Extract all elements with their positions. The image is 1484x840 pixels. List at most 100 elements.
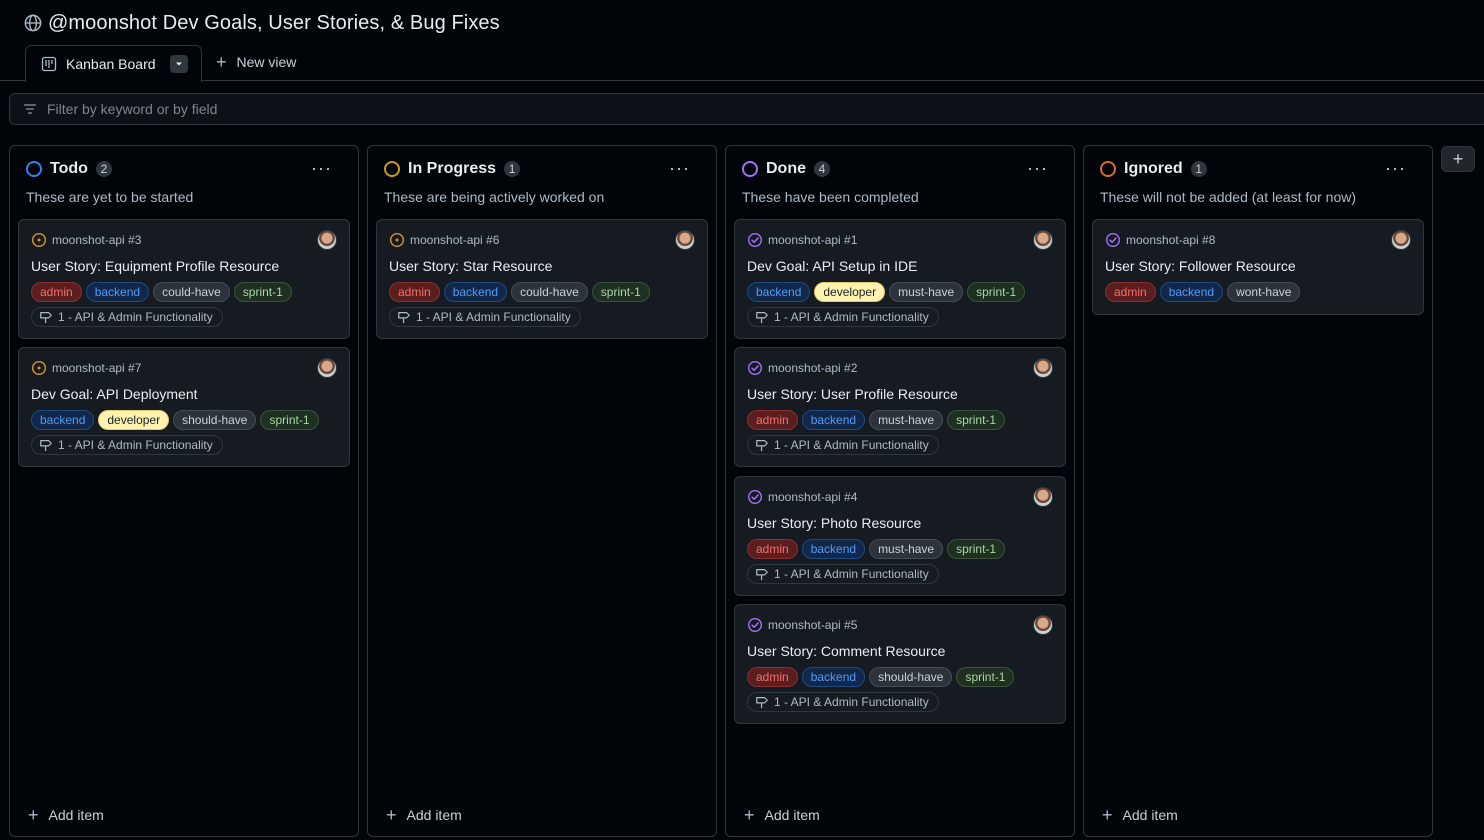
- column-count-badge: 1: [1190, 161, 1207, 177]
- issue-reference[interactable]: moonshot-api #3: [52, 233, 141, 247]
- assignee-avatar[interactable]: [1391, 230, 1411, 250]
- label-sprint-1[interactable]: sprint-1: [947, 539, 1006, 559]
- issue-card[interactable]: moonshot-api #2 User Story: User Profile …: [734, 347, 1066, 467]
- label-admin[interactable]: admin: [747, 667, 798, 687]
- milestone-label: 1 - API & Admin Functionality: [58, 438, 213, 452]
- issue-title[interactable]: User Story: Photo Resource: [747, 515, 921, 531]
- issue-reference[interactable]: moonshot-api #5: [768, 618, 857, 632]
- assignee-avatar[interactable]: [1033, 358, 1053, 378]
- assignee-avatar[interactable]: [675, 230, 695, 250]
- milestone-badge[interactable]: 1 - API & Admin Functionality: [747, 307, 939, 327]
- filter-input[interactable]: Filter by keyword or by field: [9, 93, 1484, 125]
- issue-title[interactable]: User Story: Equipment Profile Resource: [31, 258, 279, 274]
- issue-reference[interactable]: moonshot-api #8: [1126, 233, 1215, 247]
- label-must-have[interactable]: must-have: [869, 410, 944, 430]
- milestone-badge[interactable]: 1 - API & Admin Functionality: [31, 307, 223, 327]
- label-must-have[interactable]: must-have: [869, 539, 944, 559]
- tab-kanban-board[interactable]: Kanban Board: [25, 45, 202, 82]
- label-should-have[interactable]: should-have: [869, 667, 953, 687]
- issue-card[interactable]: moonshot-api #5 User Story: Comment Resou…: [734, 604, 1066, 724]
- issue-title[interactable]: Dev Goal: API Deployment: [31, 386, 198, 402]
- label-backend[interactable]: backend: [85, 282, 150, 302]
- label-developer[interactable]: developer: [98, 410, 170, 430]
- issue-reference[interactable]: moonshot-api #2: [768, 361, 857, 375]
- label-wont-have[interactable]: wont-have: [1227, 282, 1301, 302]
- label-backend[interactable]: backend: [801, 667, 866, 687]
- label-backend[interactable]: backend: [747, 282, 811, 302]
- column-menu-button[interactable]: ···: [1027, 158, 1048, 179]
- column-todo: Todo 2 ··· These are yet to be started moons…: [9, 145, 359, 837]
- milestone-icon: [756, 697, 768, 709]
- add-item-button[interactable]: + Add item: [1102, 806, 1178, 824]
- issue-reference[interactable]: moonshot-api #6: [410, 233, 499, 247]
- status-ring-icon: [1100, 161, 1116, 177]
- label-could-have[interactable]: could-have: [153, 282, 230, 302]
- issue-title[interactable]: User Story: Star Resource: [389, 258, 552, 274]
- label-sprint-1[interactable]: sprint-1: [956, 667, 1015, 687]
- issue-card[interactable]: moonshot-api #1 Dev Goal: API Setup in ID…: [734, 219, 1066, 339]
- issue-title[interactable]: User Story: Comment Resource: [747, 643, 945, 659]
- label-sprint-1[interactable]: sprint-1: [260, 410, 319, 430]
- milestone-badge[interactable]: 1 - API & Admin Functionality: [747, 435, 939, 455]
- column-count-badge: 2: [95, 161, 112, 177]
- label-sprint-1[interactable]: sprint-1: [947, 410, 1006, 430]
- label-admin[interactable]: admin: [31, 282, 82, 302]
- issue-card[interactable]: moonshot-api #8 User Story: Follower Reso…: [1092, 219, 1424, 315]
- milestone-badge[interactable]: 1 - API & Admin Functionality: [747, 692, 939, 712]
- label-sprint-1[interactable]: sprint-1: [967, 282, 1026, 302]
- assignee-avatar[interactable]: [317, 230, 337, 250]
- label-should-have[interactable]: should-have: [173, 410, 257, 430]
- assignee-avatar[interactable]: [1033, 230, 1053, 250]
- column-menu-button[interactable]: ···: [311, 158, 332, 179]
- label-must-have[interactable]: must-have: [889, 282, 964, 302]
- card-meta: moonshot-api #5: [747, 617, 857, 633]
- label-list: admin backend must-have sprint-1: [747, 410, 1006, 430]
- add-item-button[interactable]: + Add item: [28, 806, 104, 824]
- new-view-button[interactable]: + New view: [216, 53, 296, 71]
- card-meta: moonshot-api #7: [31, 360, 141, 376]
- label-backend[interactable]: backend: [801, 539, 866, 559]
- assignee-avatar[interactable]: [1033, 615, 1053, 635]
- label-admin[interactable]: admin: [747, 539, 798, 559]
- label-backend[interactable]: backend: [801, 410, 866, 430]
- issue-reference[interactable]: moonshot-api #4: [768, 490, 857, 504]
- issue-title[interactable]: User Story: User Profile Resource: [747, 386, 958, 402]
- assignee-avatar[interactable]: [317, 358, 337, 378]
- milestone-badge[interactable]: 1 - API & Admin Functionality: [747, 564, 939, 584]
- issue-closed-icon: [747, 617, 763, 633]
- caret-down-icon: [175, 62, 182, 66]
- column-menu-button[interactable]: ···: [1385, 158, 1406, 179]
- issue-reference[interactable]: moonshot-api #7: [52, 361, 141, 375]
- add-item-button[interactable]: + Add item: [386, 806, 462, 824]
- issue-card[interactable]: moonshot-api #7 Dev Goal: API Deployment b…: [18, 347, 350, 467]
- label-developer[interactable]: developer: [814, 282, 886, 302]
- milestone-label: 1 - API & Admin Functionality: [58, 310, 213, 324]
- column-count-badge: 1: [504, 161, 521, 177]
- add-column-button[interactable]: +: [1441, 146, 1475, 172]
- label-backend[interactable]: backend: [1159, 282, 1224, 302]
- add-item-button[interactable]: + Add item: [744, 806, 820, 824]
- column-menu-button[interactable]: ···: [669, 158, 690, 179]
- label-backend[interactable]: backend: [31, 410, 95, 430]
- label-could-have[interactable]: could-have: [511, 282, 588, 302]
- label-backend[interactable]: backend: [443, 282, 508, 302]
- label-sprint-1[interactable]: sprint-1: [233, 282, 292, 302]
- issue-card[interactable]: moonshot-api #6 User Story: Star Resource…: [376, 219, 708, 339]
- column-description: These will not be added (at least for no…: [1100, 189, 1357, 205]
- label-admin[interactable]: admin: [747, 410, 798, 430]
- label-list: backend developer must-have sprint-1: [747, 282, 1026, 302]
- issue-title[interactable]: User Story: Follower Resource: [1105, 258, 1296, 274]
- milestone-badge[interactable]: 1 - API & Admin Functionality: [31, 435, 223, 455]
- label-admin[interactable]: admin: [1105, 282, 1156, 302]
- label-sprint-1[interactable]: sprint-1: [591, 282, 650, 302]
- milestone-badge[interactable]: 1 - API & Admin Functionality: [389, 307, 581, 327]
- issue-reference[interactable]: moonshot-api #1: [768, 233, 857, 247]
- issue-card[interactable]: moonshot-api #4 User Story: Photo Resourc…: [734, 476, 1066, 596]
- view-options-button[interactable]: [169, 55, 188, 73]
- label-admin[interactable]: admin: [389, 282, 440, 302]
- assignee-avatar[interactable]: [1033, 487, 1053, 507]
- issue-title[interactable]: Dev Goal: API Setup in IDE: [747, 258, 917, 274]
- issue-card[interactable]: moonshot-api #3 User Story: Equipment Pro…: [18, 219, 350, 339]
- column-ignored: Ignored 1 ··· These will not be added (at l…: [1083, 145, 1433, 837]
- add-item-label: Add item: [1122, 807, 1178, 823]
